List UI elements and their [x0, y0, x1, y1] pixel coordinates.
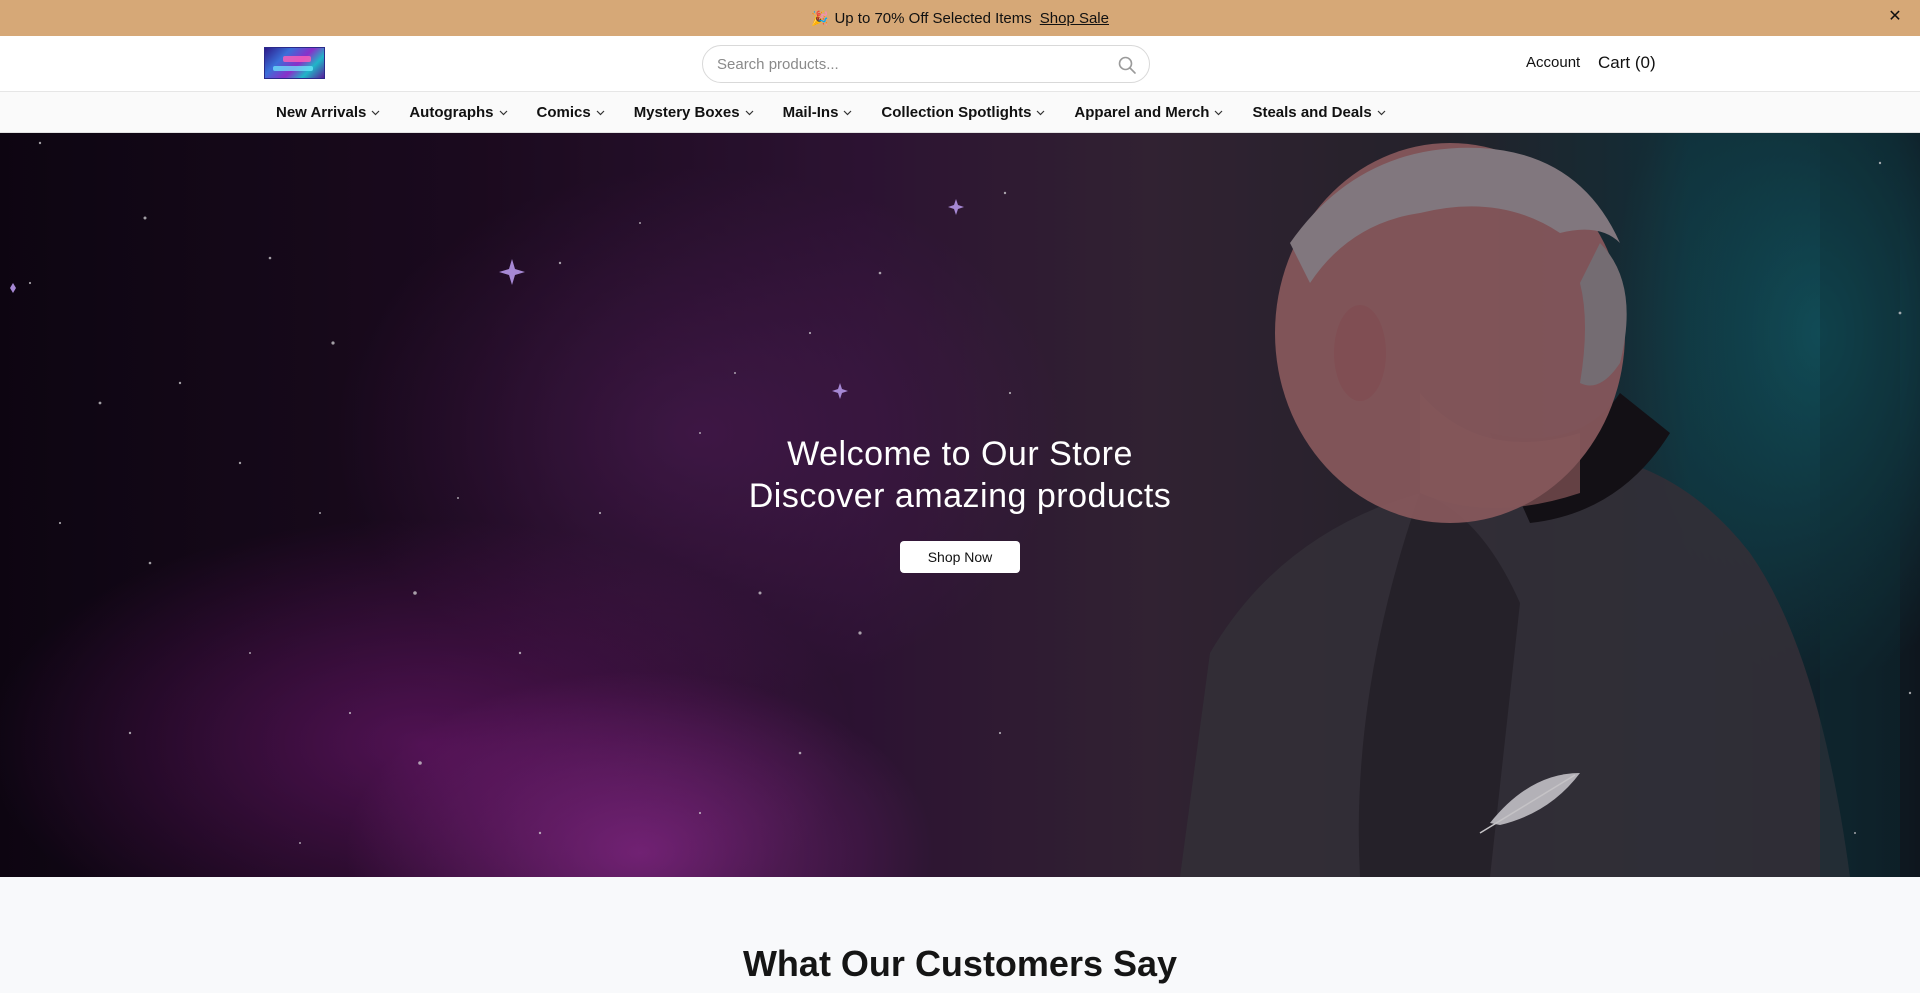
cart-link[interactable]: Cart (0): [1598, 53, 1656, 73]
search-icon[interactable]: [1117, 55, 1137, 75]
hero-subtitle: Discover amazing products: [748, 477, 1172, 515]
nav-item-new-arrivals[interactable]: New Arrivals: [276, 104, 380, 121]
account-link[interactable]: Account: [1526, 54, 1580, 71]
nav-item-steals-and-deals[interactable]: Steals and Deals: [1252, 104, 1386, 121]
chevron-down-icon: [596, 110, 605, 115]
party-popper-icon: 🎉: [811, 9, 829, 26]
chevron-down-icon: [1377, 110, 1386, 115]
nav-item-apparel-and-merch[interactable]: Apparel and Merch: [1074, 104, 1223, 121]
search-bar: [702, 45, 1150, 83]
nav-item-label: Mail-Ins: [782, 104, 839, 121]
nav-item-comics[interactable]: Comics: [537, 104, 605, 121]
announcement-bar: 🎉 Up to 70% Off Selected Items Shop Sale…: [0, 0, 1920, 36]
nav-item-collection-spotlights[interactable]: Collection Spotlights: [881, 104, 1045, 121]
store-logo[interactable]: [264, 47, 325, 79]
site-header: Account Cart (0): [0, 36, 1920, 92]
nav-item-label: Steals and Deals: [1252, 104, 1372, 121]
nav-item-label: Comics: [536, 104, 591, 121]
nav-item-label: Autographs: [409, 104, 494, 121]
chevron-down-icon: [371, 110, 380, 115]
close-icon[interactable]: ✕: [1886, 8, 1904, 26]
testimonials-section: What Our Customers Say: [0, 877, 1920, 993]
testimonials-heading: What Our Customers Say: [742, 943, 1178, 984]
nav-item-label: Collection Spotlights: [881, 104, 1032, 121]
hero-title: Welcome to Our Store: [787, 435, 1133, 473]
search-input[interactable]: [717, 54, 1097, 74]
chevron-down-icon: [745, 110, 754, 115]
hero-banner: Welcome to Our Store Discover amazing pr…: [0, 133, 1920, 877]
shop-sale-link[interactable]: Shop Sale: [1040, 10, 1109, 27]
chevron-down-icon: [499, 110, 507, 115]
nav-item-mystery-boxes[interactable]: Mystery Boxes: [634, 104, 754, 121]
nav-item-label: New Arrivals: [276, 104, 367, 121]
announcement-text: Up to 70% Off Selected Items: [834, 9, 1032, 27]
nav-item-mail-ins[interactable]: Mail-Ins: [783, 104, 853, 121]
shop-now-button[interactable]: Shop Now: [900, 541, 1020, 573]
chevron-down-icon: [1215, 110, 1223, 115]
main-nav: New Arrivals Autographs Comics Mystery B…: [0, 92, 1920, 133]
hero-heading: Welcome to Our Store Discover amazing pr…: [0, 433, 1920, 517]
nav-item-label: Mystery Boxes: [633, 104, 740, 121]
chevron-down-icon: [843, 110, 852, 115]
chevron-down-icon: [1036, 110, 1045, 115]
nav-item-label: Apparel and Merch: [1074, 104, 1210, 121]
nav-item-autographs[interactable]: Autographs: [409, 104, 507, 121]
